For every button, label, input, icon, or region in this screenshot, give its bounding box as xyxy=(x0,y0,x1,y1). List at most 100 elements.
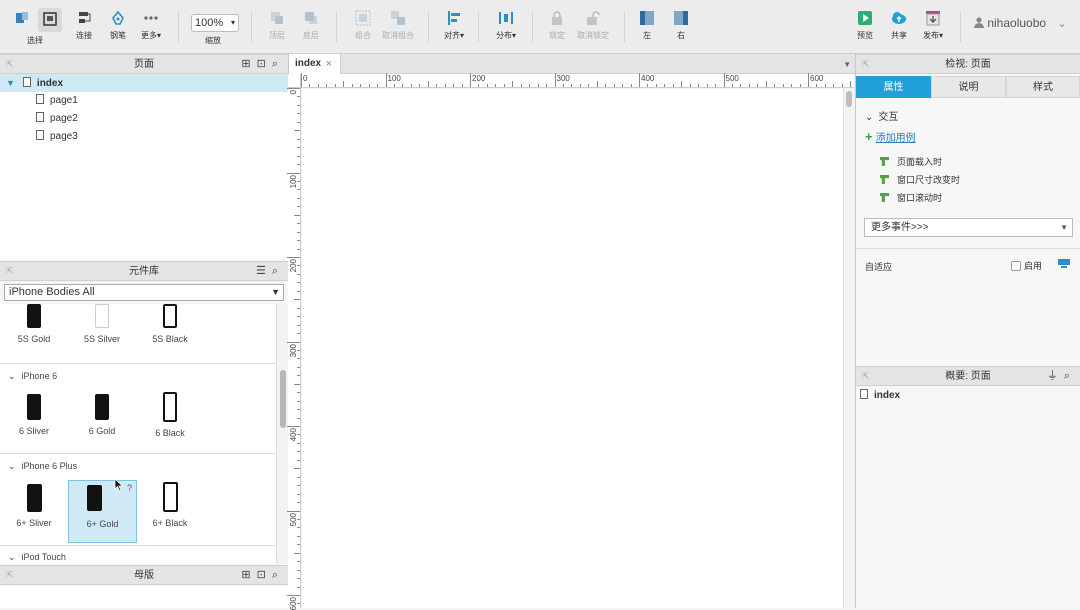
group-header[interactable]: ⌄ iPhone 6 Plus xyxy=(8,461,77,472)
more-events-select[interactable]: 更多事件>>> ▼ xyxy=(864,218,1073,237)
ruler-label: 500 xyxy=(725,74,739,83)
widget-6plus-black[interactable]: 6+ Black xyxy=(140,482,200,528)
ruler-tick xyxy=(588,84,590,87)
distribute-button[interactable]: 分布▾ xyxy=(494,10,518,41)
align-button[interactable]: 对齐▾ xyxy=(442,10,466,41)
ruler-tick xyxy=(647,84,649,87)
ruler-tick xyxy=(385,73,387,87)
ruler-label: 200 xyxy=(472,74,486,83)
menu-icon[interactable]: ☰ xyxy=(256,265,272,277)
chevron-down-icon[interactable]: ▼ xyxy=(843,60,851,69)
lock-icon xyxy=(552,11,562,25)
pin-icon[interactable]: ⇱ xyxy=(6,262,14,281)
publish-button[interactable]: 发布▾ xyxy=(921,10,945,41)
page-item-index[interactable]: ▼ index xyxy=(0,74,288,92)
widget-6-sliver[interactable]: 6 Sliver xyxy=(4,394,64,436)
preview-button[interactable]: 预览 xyxy=(855,10,875,41)
event-page-load[interactable]: 页面载入时 xyxy=(880,155,942,168)
page-item-page2[interactable]: page2 xyxy=(0,110,288,128)
widget-6plus-gold-selected[interactable]: ? 6+ Gold xyxy=(68,480,137,543)
tab-index[interactable]: index × xyxy=(289,54,341,74)
left-panel-toggle[interactable]: 左 xyxy=(637,10,657,41)
page-item-page3[interactable]: page3 xyxy=(0,128,288,146)
search-icon[interactable]: ⌕ xyxy=(272,265,284,277)
enable-adaptive-checkbox[interactable]: 启用 xyxy=(1011,259,1042,272)
search-icon[interactable]: ⌕ xyxy=(272,569,284,581)
select-mode-button[interactable] xyxy=(12,10,32,30)
ruler-tick xyxy=(294,383,300,385)
tab-properties[interactable]: 属性 xyxy=(856,76,931,98)
ruler-tick xyxy=(478,84,480,87)
add-folder-icon[interactable]: ⊡ xyxy=(257,569,272,581)
connect-button[interactable]: 连接 xyxy=(74,10,94,41)
help-badge[interactable]: ? xyxy=(127,483,132,493)
tab-style[interactable]: 样式 xyxy=(1006,76,1080,98)
ruler-tick xyxy=(297,476,300,478)
ruler-tick xyxy=(748,84,750,87)
zoom-select[interactable]: 100% ▾ xyxy=(191,14,239,32)
pin-icon[interactable]: ⇱ xyxy=(862,367,870,386)
lock-button[interactable]: 锁定 xyxy=(547,10,567,41)
design-canvas[interactable] xyxy=(302,89,843,608)
scrollbar-thumb[interactable] xyxy=(846,91,852,107)
pin-icon[interactable]: ⇱ xyxy=(6,55,14,74)
outline-title: 概要: 页面 xyxy=(945,371,991,382)
event-window-resize[interactable]: 窗口尺寸改变时 xyxy=(880,173,960,186)
ruler-tick xyxy=(297,375,300,377)
checkbox-box[interactable] xyxy=(1011,261,1021,271)
widget-5s-gold[interactable]: 5S Gold xyxy=(4,304,64,344)
event-window-scroll[interactable]: 窗口滚动时 xyxy=(880,191,942,204)
scrollbar-thumb[interactable] xyxy=(280,370,286,428)
ruler-tick xyxy=(297,358,300,360)
pen-button[interactable]: 钢笔 xyxy=(108,10,128,41)
widget-5s-black[interactable]: 5S Black xyxy=(140,304,200,344)
outline-header: ⇱ 概要: 页面 ⏚⌕ xyxy=(856,366,1080,386)
right-panel-toggle[interactable]: 右 xyxy=(671,10,691,41)
library-select[interactable]: iPhone Bodies All ▼ xyxy=(4,284,284,301)
user-menu[interactable]: nihaoluobo ⌄ xyxy=(974,16,1067,30)
widget-6-black[interactable]: 6 Black xyxy=(140,392,200,438)
send-to-back-button[interactable]: 底层 xyxy=(300,10,322,41)
group-button[interactable]: 组合 xyxy=(352,10,374,41)
file-icon xyxy=(860,389,868,399)
widget-6-gold[interactable]: 6 Gold xyxy=(72,394,132,436)
ruler-tick xyxy=(297,96,300,98)
chevron-down-icon[interactable]: ▼ xyxy=(6,78,15,88)
tab-notes[interactable]: 说明 xyxy=(931,76,1006,98)
ruler-vertical: 0 100 200 300 400 500 600 xyxy=(287,88,301,610)
interactions-section-header[interactable]: ⌄ 交互 xyxy=(865,108,898,123)
add-folder-icon[interactable]: ⊡ xyxy=(257,58,272,70)
pin-icon[interactable]: ⇱ xyxy=(6,566,14,585)
ruler-tick xyxy=(689,84,691,87)
select-contained-button[interactable] xyxy=(38,8,62,32)
close-icon[interactable]: × xyxy=(326,54,332,74)
widget-6plus-sliver[interactable]: 6+ Sliver xyxy=(4,484,64,528)
pages-panel-actions: ⊞⊡⌕ xyxy=(241,55,284,74)
toolbar-divider xyxy=(960,12,961,42)
ruler-tick xyxy=(402,84,404,87)
pages-panel-title: 页面 xyxy=(134,59,154,70)
group-header[interactable]: ⌄ iPod Touch xyxy=(8,552,66,563)
adaptive-views-icon[interactable] xyxy=(1058,259,1070,269)
canvas-scrollbar[interactable] xyxy=(843,88,855,608)
group-header[interactable]: ⌄ iPhone 6 xyxy=(8,371,57,382)
ruler-tick xyxy=(757,84,759,87)
share-button[interactable]: 共享 xyxy=(888,10,910,41)
ruler-tick xyxy=(571,84,573,87)
canvas-tabbar: index × ▼ xyxy=(289,54,855,74)
add-case-link[interactable]: + 添加用例 xyxy=(865,129,916,144)
outline-item-index[interactable]: index xyxy=(860,389,900,401)
widget-5s-silver[interactable]: 5S Silver xyxy=(72,304,132,344)
unlock-button[interactable]: 取消锁定 xyxy=(577,10,609,41)
page-item-page1[interactable]: page1 xyxy=(0,92,288,110)
search-icon[interactable]: ⌕ xyxy=(272,58,284,70)
add-page-icon[interactable]: ⊞ xyxy=(241,58,256,70)
bring-to-front-button[interactable]: 顶层 xyxy=(266,10,288,41)
add-master-icon[interactable]: ⊞ xyxy=(241,569,256,581)
pin-icon[interactable]: ⇱ xyxy=(862,55,870,74)
more-button[interactable]: 更多▾ xyxy=(140,10,162,41)
search-icon[interactable]: ⌕ xyxy=(1064,370,1076,382)
filter-icon[interactable]: ⏚ xyxy=(1047,370,1064,382)
ungroup-button[interactable]: 取消组合 xyxy=(382,10,414,41)
library-scrollbar[interactable] xyxy=(276,304,288,564)
